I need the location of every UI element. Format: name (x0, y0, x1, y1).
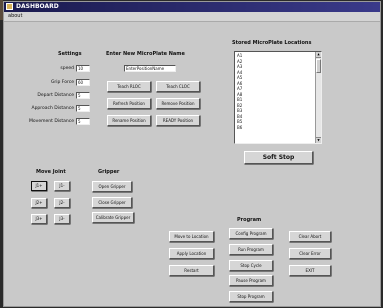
j2-minus-button[interactable]: J2- (54, 198, 70, 208)
j2-plus-button[interactable]: J2+ (31, 198, 47, 208)
gripper-heading: Gripper (98, 169, 120, 175)
move-joint-heading: Move Joint (36, 169, 66, 175)
calibrate-gripper-button[interactable]: Calibrate Gripper (92, 212, 134, 223)
move-to-location-button[interactable]: Move to Location (169, 231, 214, 242)
refresh-position-button[interactable]: Refresh Position (107, 98, 151, 109)
restart-button[interactable]: Restart (169, 265, 214, 276)
config-program-button[interactable]: Config Program (229, 228, 273, 239)
list-item[interactable]: A5 (237, 75, 242, 81)
j1-plus-button[interactable]: J1+ (31, 181, 47, 191)
stored-locations-heading: Stored MicroPlate Locations (232, 40, 312, 46)
stored-locations-list[interactable]: A1 A2 A3 A4 A5 A6 A7 A8 B1 B2 B3 B4 B5 B… (234, 51, 322, 144)
microplate-name-heading: Enter New MicroPlate Name (106, 51, 185, 57)
list-item[interactable]: A7 (237, 86, 242, 92)
grip-force-label: Grip Force (50, 80, 74, 85)
apply-location-button[interactable]: Apply Location (169, 248, 214, 259)
movement-distance-input[interactable]: 5 (76, 118, 90, 125)
menu-about[interactable]: about (8, 12, 22, 21)
menu-bar: about (4, 12, 380, 22)
exit-button[interactable]: EXIT (289, 265, 331, 276)
movement-distance-label: Movement Distance (29, 119, 74, 124)
settings-heading: Settings (58, 51, 82, 57)
grip-force-input[interactable]: 60 (76, 79, 90, 86)
j1-minus-button[interactable]: J1- (54, 181, 70, 191)
list-scrollbar[interactable]: ▲ ▼ (315, 52, 321, 143)
soft-stop-button[interactable]: Soft Stop (244, 151, 313, 164)
app-icon (6, 3, 13, 10)
close-gripper-button[interactable]: Close Gripper (92, 197, 132, 208)
remove-position-button[interactable]: Remove Position (156, 98, 200, 109)
approach-distance-input[interactable]: 5 (76, 105, 90, 112)
list-item[interactable]: B1 (237, 97, 242, 103)
scroll-up-icon[interactable]: ▲ (316, 52, 321, 58)
speed-label: speed (60, 66, 74, 71)
approach-distance-label: Approach Distance (31, 106, 75, 111)
rename-position-button[interactable]: Rename Position (107, 115, 151, 126)
speed-input[interactable]: 10 (76, 65, 90, 72)
stop-cycle-button[interactable]: Stop Cycle (229, 260, 273, 271)
j3-minus-button[interactable]: J3- (54, 214, 70, 224)
list-item[interactable]: B6 (237, 125, 242, 131)
stop-program-button[interactable]: Stop Program (229, 291, 273, 302)
list-item[interactable]: B5 (237, 119, 242, 125)
clear-abort-button[interactable]: Clear Abort (289, 231, 331, 242)
list-item[interactable]: A1 (237, 53, 242, 59)
title-bar: DASHBOARD (4, 2, 380, 12)
ready-position-button[interactable]: READY Position (156, 115, 200, 126)
scroll-thumb[interactable] (316, 59, 321, 73)
list-item[interactable]: A3 (237, 64, 242, 70)
dashboard-window: DASHBOARD about Settings speed 10 Grip F… (3, 1, 381, 307)
depart-distance-input[interactable]: 5 (76, 92, 90, 99)
teach-rloc-button[interactable]: Teach RLOC (107, 81, 151, 92)
j3-plus-button[interactable]: J3+ (31, 214, 47, 224)
run-program-button[interactable]: Run Program (229, 244, 273, 255)
scroll-down-icon[interactable]: ▼ (316, 137, 321, 143)
depart-distance-label: Depart Distance (37, 93, 74, 98)
program-heading: Program (237, 217, 262, 223)
clear-error-button[interactable]: Clear Error (289, 248, 331, 259)
open-gripper-button[interactable]: Open Gripper (92, 181, 132, 192)
teach-cloc-button[interactable]: Teach CLOC (156, 81, 200, 92)
list-item[interactable]: B3 (237, 108, 242, 114)
window-title: DASHBOARD (16, 3, 59, 10)
pause-program-button[interactable]: Pause Program (229, 275, 273, 286)
microplate-name-input[interactable]: EnterPositionName (124, 65, 176, 72)
